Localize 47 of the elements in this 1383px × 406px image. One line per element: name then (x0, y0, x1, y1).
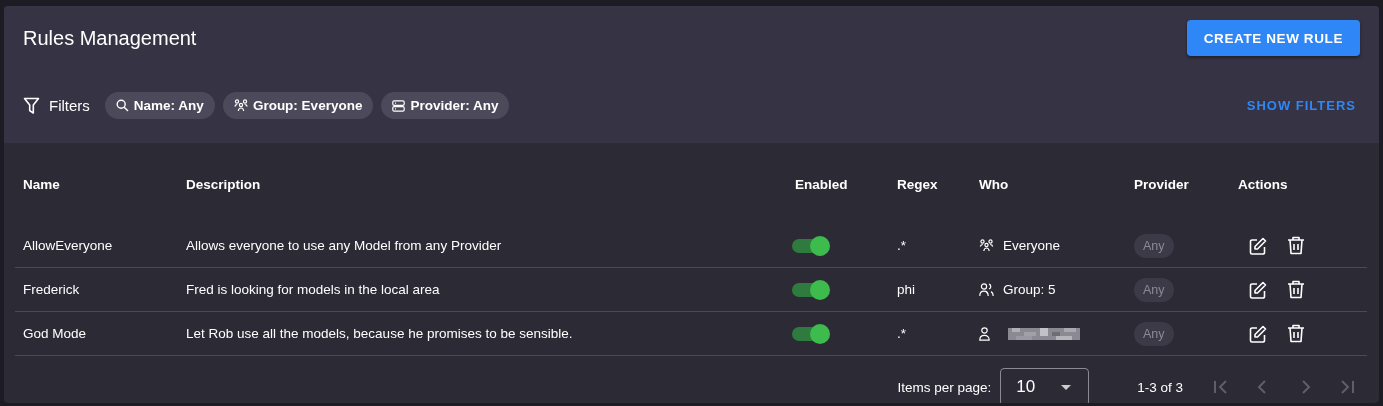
column-header: Actions (1238, 175, 1289, 194)
who-text: Everyone (1003, 238, 1061, 253)
table-cell: Allows everyone to use any Model from any Provider (186, 224, 795, 268)
who-text: Group: 5 (1003, 282, 1056, 297)
provider-tag: Any (1134, 321, 1174, 346)
table-cell: Let Rob use all the models, because he promises to be sensible. (186, 312, 795, 356)
server-icon (392, 99, 406, 112)
filters-label: Filters (49, 97, 90, 114)
search-icon (115, 99, 129, 112)
create-rule-button[interactable]: CREATE NEW RULE (1186, 20, 1360, 56)
users-icon (979, 282, 994, 297)
table-cell: Fred is looking for models in the local area (186, 268, 795, 312)
column-header: Provider (1134, 175, 1190, 194)
delete-icon[interactable] (1287, 280, 1305, 299)
filter-chip[interactable]: Name: Any (104, 92, 215, 119)
column-header: Who (979, 175, 1010, 194)
people-icon (979, 239, 994, 252)
table-cell: phi (897, 268, 979, 312)
delete-icon[interactable] (1287, 324, 1305, 343)
filter-icon (23, 96, 40, 115)
page-range: 1-3 of 3 (1137, 379, 1183, 395)
toggle-switch[interactable] (792, 282, 828, 297)
table-cell: .* (897, 312, 979, 356)
caret-icon (1061, 384, 1072, 390)
table-cell: .* (897, 224, 979, 268)
table-cell: God Mode (15, 312, 186, 356)
column-header: Name (22, 175, 61, 194)
toggle-switch[interactable] (792, 238, 828, 253)
people-icon (233, 99, 248, 112)
column-header: Enabled (795, 175, 849, 194)
provider-tag: Any (1134, 277, 1174, 302)
column-header: Description (186, 175, 262, 194)
edit-icon[interactable] (1249, 324, 1267, 343)
edit-icon[interactable] (1249, 236, 1267, 255)
page-title: Rules Management (23, 26, 197, 50)
filter-chip[interactable]: Provider: Any (381, 92, 510, 119)
table-cell: AllowEveryone (15, 224, 186, 268)
toggle-switch[interactable] (792, 326, 828, 341)
edit-icon[interactable] (1249, 280, 1267, 299)
items-per-page-label: Items per page: (897, 379, 992, 395)
filter-chip[interactable]: Group: Everyone (222, 92, 374, 119)
delete-icon[interactable] (1287, 236, 1305, 255)
provider-tag: Any (1134, 233, 1174, 258)
column-header: Regex (897, 175, 939, 194)
table-cell: Frederick (15, 268, 186, 312)
user-icon (979, 326, 990, 341)
items-per-page-select[interactable]: 10 (1000, 368, 1090, 403)
